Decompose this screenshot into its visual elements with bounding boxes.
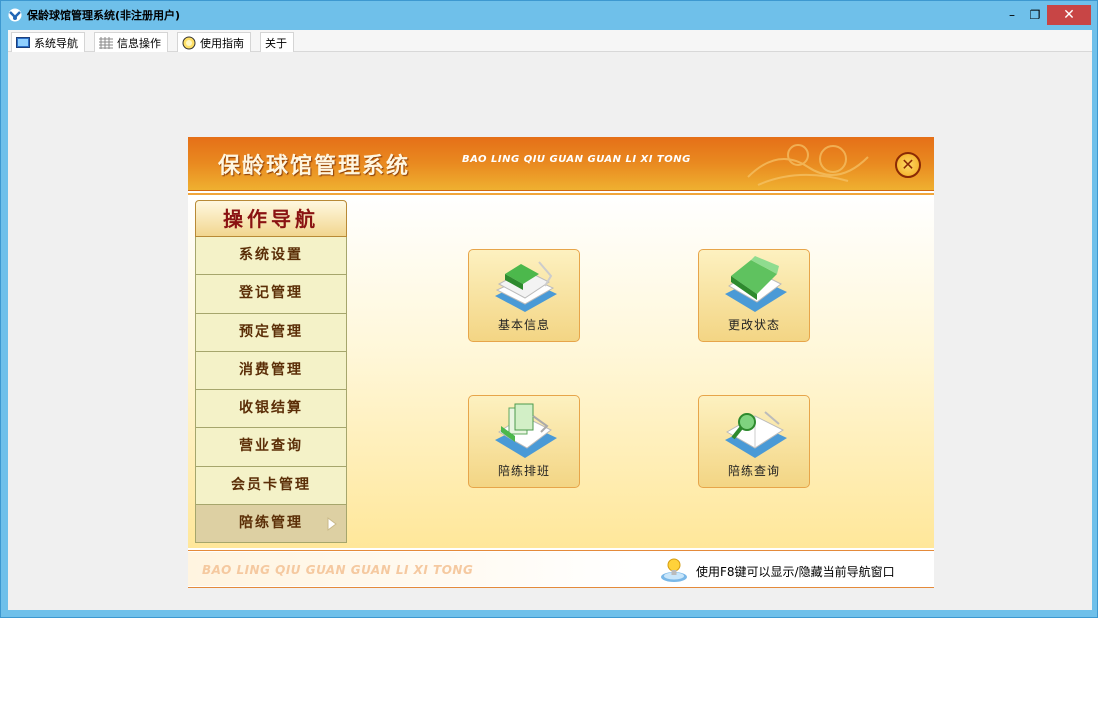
nav-item-label: 陪练管理 — [239, 515, 303, 532]
monitor-icon — [16, 36, 30, 48]
tab-label: 使用指南 — [200, 36, 244, 50]
nav-item-registration[interactable]: 登记管理 — [195, 275, 347, 314]
footer-subtitle: BAO LING QIU GUAN GUAN LI XI TONG — [202, 563, 474, 577]
footer-bar: BAO LING QIU GUAN GUAN LI XI TONG 使用F8键可… — [188, 550, 934, 588]
tile-coach-query[interactable]: 陪练查询 — [698, 395, 810, 488]
nav-item-member-card[interactable]: 会员卡管理 — [195, 466, 347, 506]
grid-icon — [99, 36, 113, 49]
lightbulb-hint-icon — [661, 558, 687, 582]
nav-item-business-query[interactable]: 营业查询 — [195, 428, 347, 467]
banner-divider — [188, 193, 934, 195]
tile-label: 基本信息 — [497, 318, 550, 332]
nav-item-system-settings[interactable]: 系统设置 — [195, 237, 347, 276]
banner-title: 保龄球馆管理系统 — [218, 154, 411, 179]
tab-bar: 系统导航 信息操作 使用指南 关于 — [8, 30, 1092, 52]
content-area: 操作导航 系统设置 登记管理 预定管理 消费管理 收银结算 营业查询 会员卡管理… — [188, 196, 934, 548]
panel-close-button[interactable]: ✕ — [895, 152, 921, 178]
nav-item-checkout[interactable]: 收银结算 — [195, 390, 347, 429]
client-area: 系统导航 信息操作 使用指南 关于 保龄球馆管理系统 BAO LING QIU … — [8, 30, 1092, 610]
hint-text: 使用F8键可以显示/隐藏当前导航窗口 — [696, 565, 895, 579]
decorative-swirl-icon — [747, 144, 869, 186]
close-button[interactable]: ✕ — [1047, 5, 1091, 25]
window-title: 保龄球馆管理系统(非注册用户) — [27, 9, 181, 22]
tile-coach-schedule[interactable]: 陪练排班 — [468, 395, 580, 488]
tile-basic-info[interactable]: 基本信息 — [468, 249, 580, 342]
tab-user-guide[interactable]: 使用指南 — [177, 32, 251, 52]
navigation-panel: 保龄球馆管理系统 BAO LING QIU GUAN GUAN LI XI TO… — [188, 137, 934, 588]
app-logo-icon — [8, 8, 22, 22]
folder-icon — [725, 256, 787, 312]
minimize-button[interactable]: – — [1001, 5, 1023, 25]
books-icon — [495, 261, 557, 312]
app-window: 保龄球馆管理系统(非注册用户) – ❐ ✕ 系统导航 信息操作 使用指南 关于 … — [0, 0, 1098, 618]
title-bar[interactable]: 保龄球馆管理系统(非注册用户) – ❐ ✕ — [1, 1, 1097, 30]
arrow-right-icon — [327, 517, 337, 532]
nav-header: 操作导航 — [195, 200, 347, 237]
tab-label: 信息操作 — [117, 36, 161, 50]
nav-list: 系统设置 登记管理 预定管理 消费管理 收银结算 营业查询 会员卡管理 陪练管理 — [195, 237, 347, 544]
lightbulb-icon — [182, 36, 196, 49]
restore-button[interactable]: ❐ — [1024, 5, 1046, 25]
footer-inner: BAO LING QIU GUAN GUAN LI XI TONG 使用F8键可… — [188, 552, 934, 586]
nav-item-coach[interactable]: 陪练管理 — [195, 505, 347, 544]
nav-item-consumption[interactable]: 消费管理 — [195, 351, 347, 391]
tab-about[interactable]: 关于 — [260, 32, 294, 52]
banner: 保龄球馆管理系统 BAO LING QIU GUAN GUAN LI XI TO… — [188, 137, 934, 191]
nav-item-reservation[interactable]: 预定管理 — [195, 313, 347, 352]
documents-icon — [495, 403, 557, 458]
tile-label: 陪练查询 — [727, 464, 780, 478]
tab-info-ops[interactable]: 信息操作 — [94, 32, 168, 52]
tab-label: 系统导航 — [34, 36, 78, 50]
tab-label: 关于 — [265, 36, 287, 50]
tab-system-nav[interactable]: 系统导航 — [11, 32, 85, 52]
tile-label: 陪练排班 — [497, 464, 550, 478]
banner-subtitle: BAO LING QIU GUAN GUAN LI XI TONG — [462, 154, 691, 165]
search-book-icon — [725, 411, 787, 458]
tile-label: 更改状态 — [727, 318, 780, 332]
tile-change-status[interactable]: 更改状态 — [698, 249, 810, 342]
